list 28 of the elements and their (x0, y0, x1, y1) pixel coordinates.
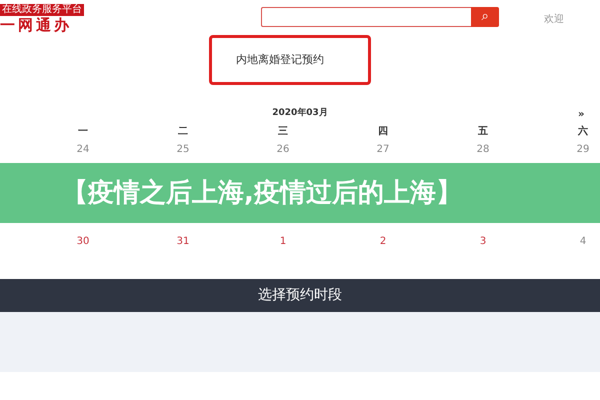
logo-text: 一网通办 (0, 16, 72, 34)
calendar-day[interactable]: 1 (233, 233, 333, 251)
search-field[interactable] (261, 7, 471, 27)
calendar-day: 25 (133, 141, 233, 159)
weekday-header: 二 (177, 125, 189, 139)
calendar-day: 4 (533, 233, 600, 251)
calendar-day[interactable]: 30 (33, 233, 133, 251)
calendar-day: 26 (233, 141, 333, 159)
section-title: 选择预约时段 (258, 286, 342, 305)
calendar-day: 27 (333, 141, 433, 159)
weekday-header: 四 (377, 125, 389, 139)
search-button[interactable]: ⌕ (471, 7, 499, 27)
calendar-day[interactable]: 3 (433, 233, 533, 251)
calendar-day[interactable]: 31 (133, 233, 233, 251)
weekday-header: 五 (477, 125, 489, 139)
calendar-day: 24 (33, 141, 133, 159)
service-title: 内地离婚登记预约 (236, 52, 324, 68)
welcome-text: 欢迎 (544, 12, 564, 27)
calendar-title: 2020年03月 (272, 107, 328, 120)
calendar-day: 28 (433, 141, 533, 159)
banner-title: 【疫情之后上海,疫情过后的上海】 (62, 176, 462, 210)
weekday-header: 一 (77, 125, 89, 139)
weekday-header: 六 (576, 124, 589, 139)
calendar-day[interactable]: 2 (333, 233, 433, 251)
weekday-header: 三 (277, 125, 289, 139)
calendar-day: 29 (533, 141, 600, 159)
logo-badge: 在线政务服务平台 (0, 4, 84, 16)
next-month-link[interactable]: » (578, 107, 584, 122)
